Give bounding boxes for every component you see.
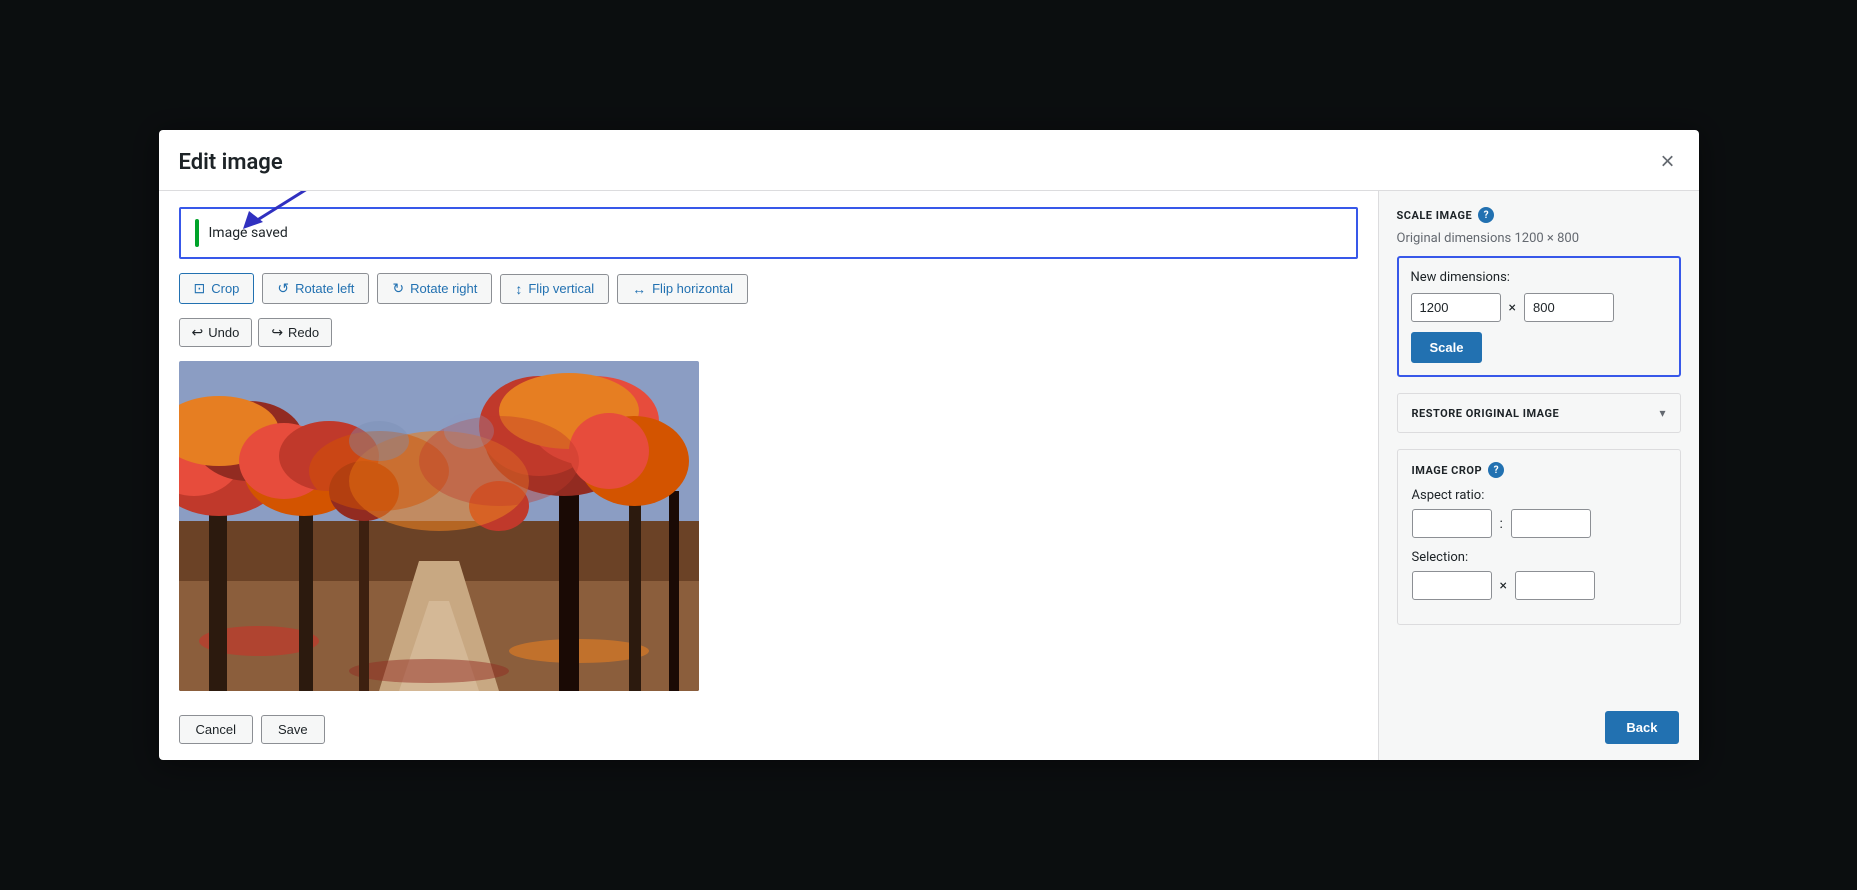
main-area: Image saved ⊡ Crop ↺ Rotate lef bbox=[159, 191, 1379, 760]
dimension-x-separator: × bbox=[1509, 300, 1516, 316]
rotate-left-button[interactable]: ↺ Rotate left bbox=[262, 273, 369, 304]
selection-height-input[interactable] bbox=[1515, 571, 1595, 600]
crop-title: IMAGE CROP bbox=[1412, 464, 1483, 477]
flip-horizontal-button[interactable]: ↔ Flip horizontal bbox=[617, 274, 748, 304]
width-input[interactable] bbox=[1411, 293, 1501, 322]
notification-text: Image saved bbox=[209, 225, 288, 241]
undo-button[interactable]: ↩ Undo bbox=[179, 318, 253, 347]
modal-overlay: Edit image × Image saved bbox=[0, 0, 1857, 890]
crop-button[interactable]: ⊡ Crop bbox=[179, 273, 255, 304]
sidebar: SCALE IMAGE ? Original dimensions 1200 ×… bbox=[1379, 191, 1699, 760]
notification-accent-bar bbox=[195, 219, 199, 247]
undo-icon: ↩ bbox=[192, 324, 204, 341]
scale-title: SCALE IMAGE bbox=[1397, 209, 1473, 222]
aspect-ratio-separator: : bbox=[1500, 516, 1503, 532]
selection-row: × bbox=[1412, 571, 1666, 600]
crop-section: IMAGE CROP ? Aspect ratio: : Selection: … bbox=[1397, 449, 1681, 625]
dimensions-row: × bbox=[1411, 293, 1667, 322]
edit-image bbox=[179, 361, 699, 691]
rotate-right-icon: ↻ bbox=[392, 280, 404, 297]
back-button[interactable]: Back bbox=[1605, 711, 1678, 744]
edit-image-modal: Edit image × Image saved bbox=[159, 130, 1699, 760]
selection-label: Selection: bbox=[1412, 550, 1666, 565]
scale-help-icon[interactable]: ? bbox=[1478, 207, 1494, 223]
scale-button[interactable]: Scale bbox=[1411, 332, 1483, 363]
aspect-ratio-label: Aspect ratio: bbox=[1412, 488, 1666, 503]
redo-button[interactable]: ↪ Redo bbox=[258, 318, 332, 347]
rotate-left-icon: ↺ bbox=[277, 280, 289, 297]
notification-bar: Image saved bbox=[179, 207, 1358, 259]
aspect-ratio-height-input[interactable] bbox=[1511, 509, 1591, 538]
close-button[interactable]: × bbox=[1656, 146, 1678, 178]
flip-vertical-icon: ↕ bbox=[515, 281, 522, 297]
toolbar: ⊡ Crop ↺ Rotate left ↻ Rotate right ↕ Fl… bbox=[179, 273, 1358, 304]
flip-vertical-button[interactable]: ↕ Flip vertical bbox=[500, 274, 609, 304]
crop-help-icon[interactable]: ? bbox=[1488, 462, 1504, 478]
new-dimensions-label: New dimensions: bbox=[1411, 270, 1667, 285]
flip-horizontal-icon: ↔ bbox=[632, 281, 646, 297]
original-dimensions: Original dimensions 1200 × 800 bbox=[1397, 231, 1681, 246]
redo-icon: ↪ bbox=[271, 324, 283, 341]
image-container bbox=[179, 361, 1358, 691]
modal-footer: Cancel Save bbox=[179, 705, 1358, 744]
scale-box: New dimensions: × Scale bbox=[1397, 256, 1681, 377]
save-button[interactable]: Save bbox=[261, 715, 325, 744]
modal-title: Edit image bbox=[179, 150, 283, 175]
selection-separator: × bbox=[1500, 578, 1507, 594]
undo-redo-bar: ↩ Undo ↪ Redo bbox=[179, 318, 1358, 347]
restore-section[interactable]: RESTORE ORIGINAL IMAGE ▾ bbox=[1397, 393, 1681, 433]
cancel-button[interactable]: Cancel bbox=[179, 715, 253, 744]
rotate-right-button[interactable]: ↻ Rotate right bbox=[377, 273, 492, 304]
scale-image-section: SCALE IMAGE ? Original dimensions 1200 ×… bbox=[1397, 207, 1681, 377]
restore-chevron-icon: ▾ bbox=[1659, 406, 1665, 420]
crop-section-header: IMAGE CROP ? bbox=[1412, 462, 1666, 478]
height-input[interactable] bbox=[1524, 293, 1614, 322]
modal-header: Edit image × bbox=[159, 130, 1699, 191]
aspect-ratio-row: : bbox=[1412, 509, 1666, 538]
restore-title: RESTORE ORIGINAL IMAGE bbox=[1412, 407, 1560, 420]
scale-section-header: SCALE IMAGE ? bbox=[1397, 207, 1681, 223]
aspect-ratio-width-input[interactable] bbox=[1412, 509, 1492, 538]
selection-width-input[interactable] bbox=[1412, 571, 1492, 600]
modal-body: Image saved ⊡ Crop ↺ Rotate lef bbox=[159, 191, 1699, 760]
crop-icon: ⊡ bbox=[194, 280, 206, 297]
